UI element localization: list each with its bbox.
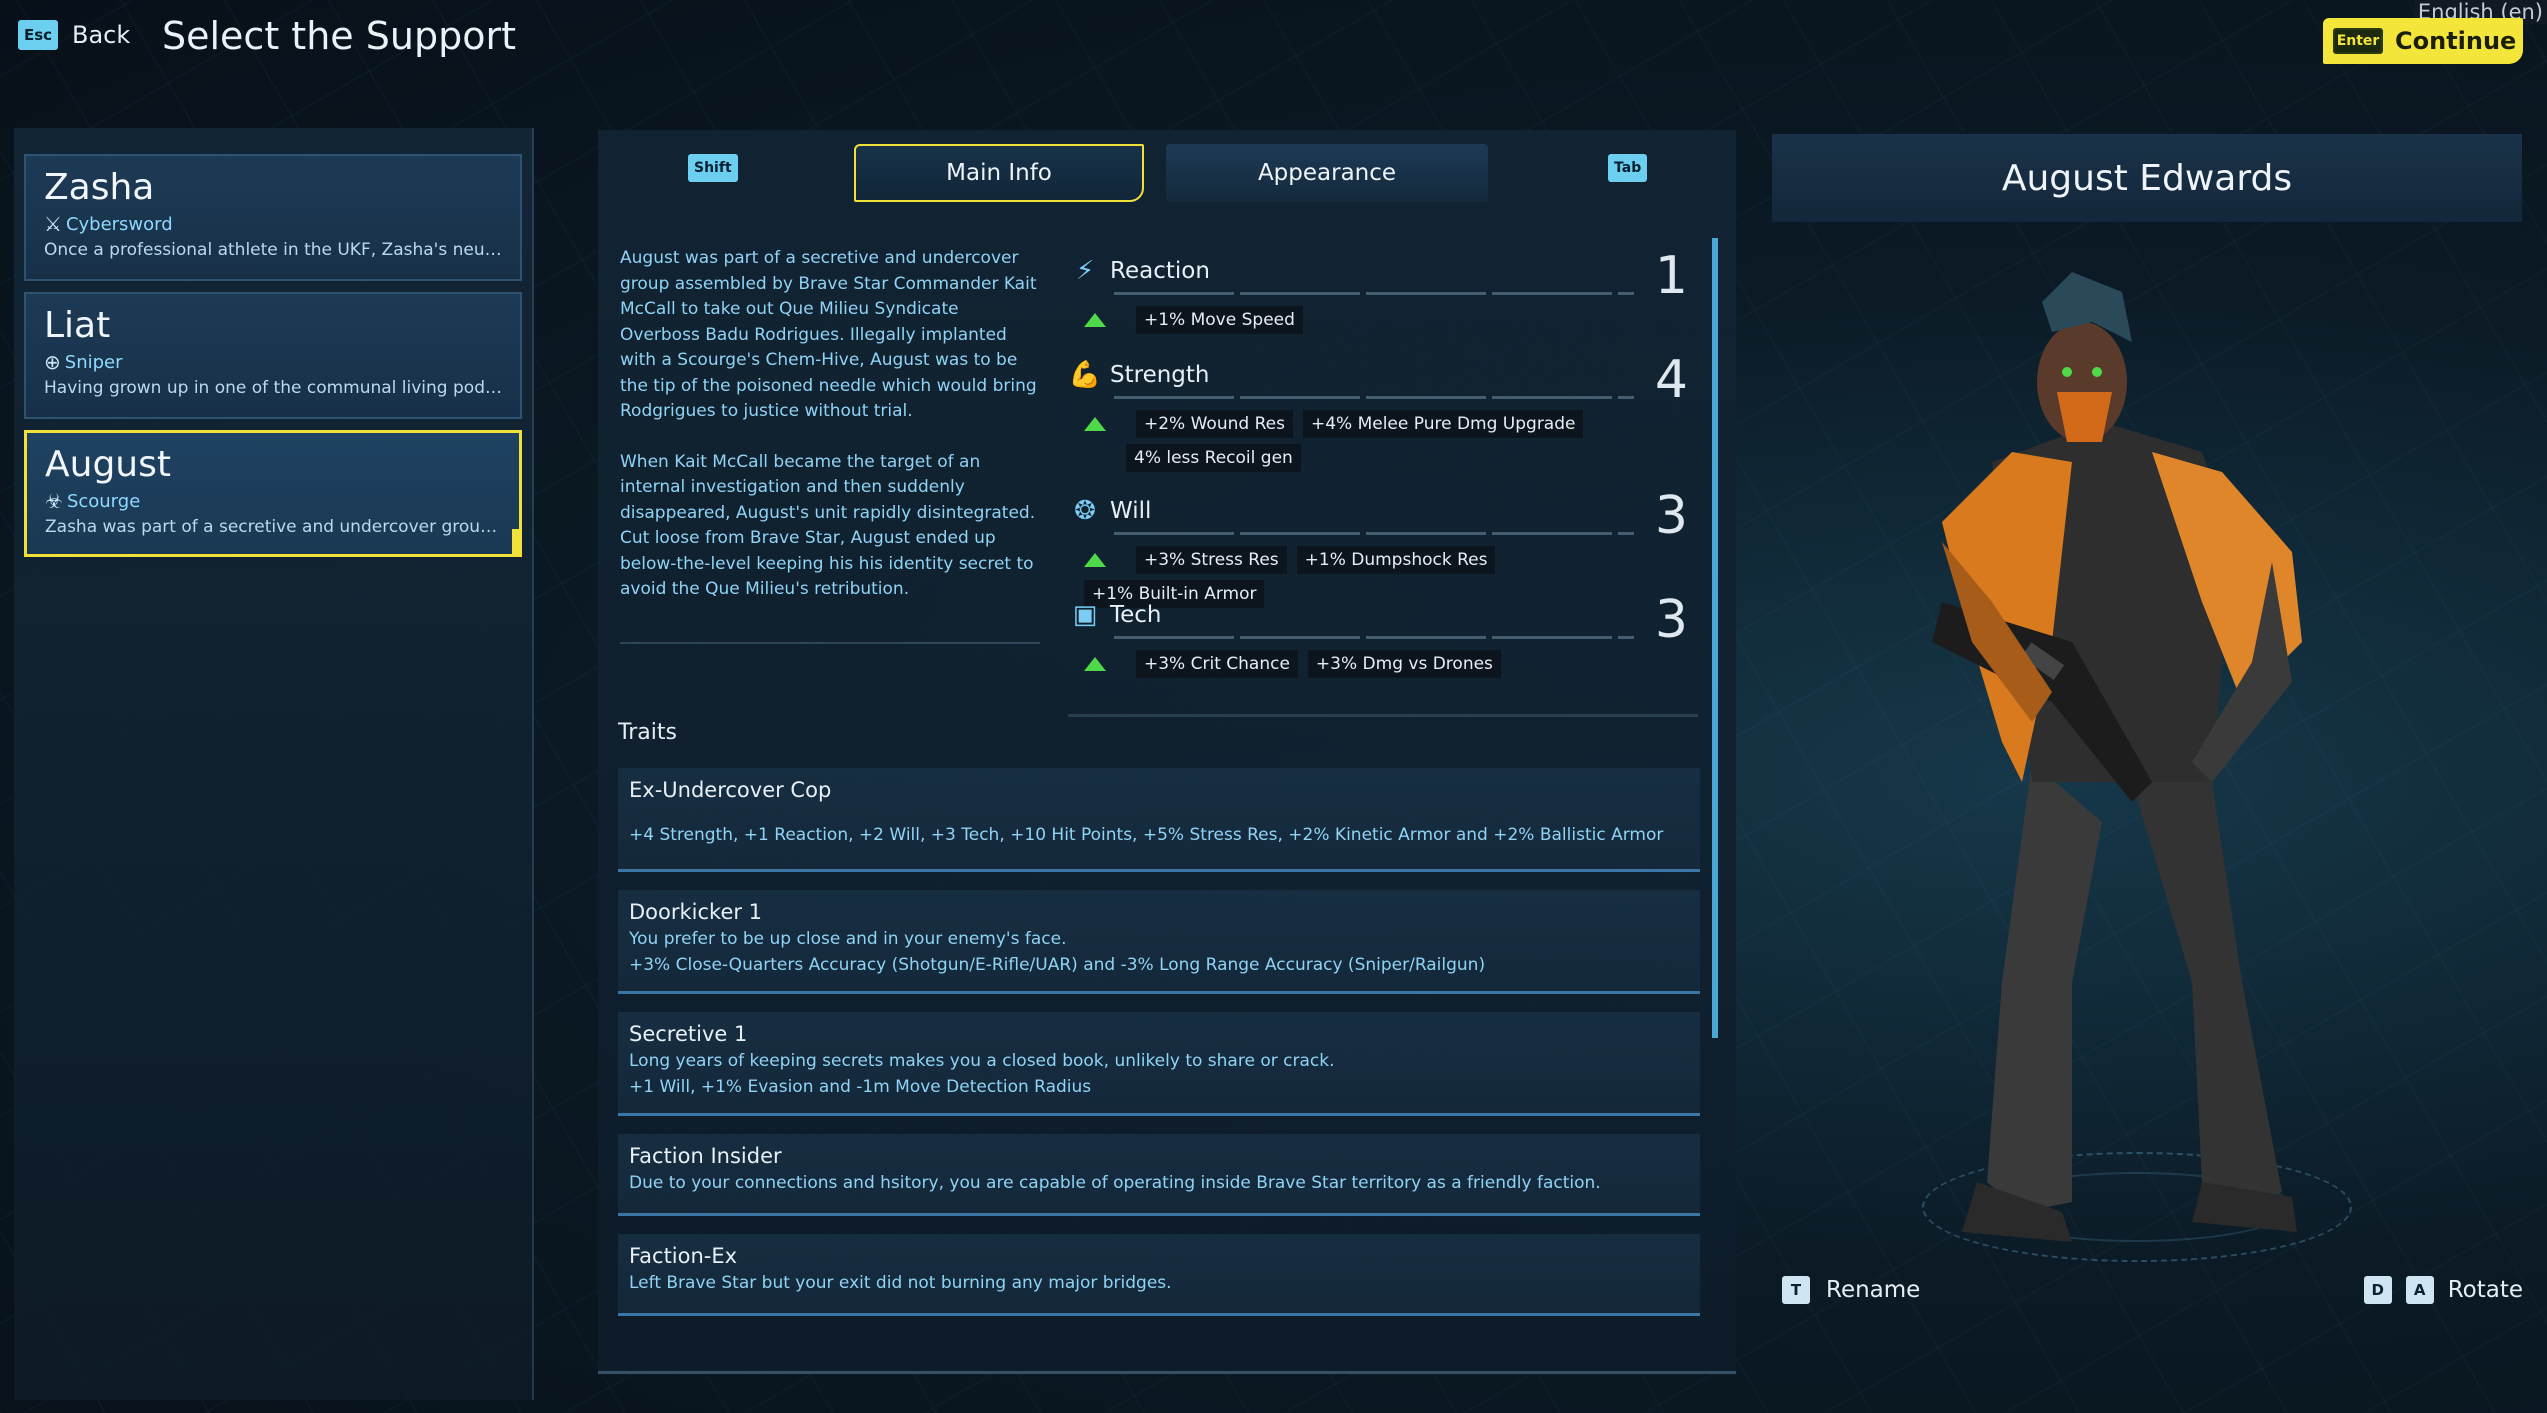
stat-bonus: +1% Move Speed (1136, 306, 1303, 334)
stat-divider (1114, 532, 1634, 535)
character-preview[interactable] (1772, 222, 2522, 1302)
back-label: Back (72, 21, 131, 49)
stat-bonus: 4% less Recoil gen (1126, 444, 1301, 472)
character-class: Cybersword (65, 213, 173, 235)
esc-key-hint: Esc (18, 20, 58, 50)
flexed-arm-icon: 💪 (1068, 360, 1102, 390)
increase-arrow-icon (1084, 417, 1106, 431)
increase-arrow-icon (1084, 657, 1106, 671)
stat-bonus: +4% Melee Pure Dmg Upgrade (1302, 410, 1584, 438)
trait-name: Ex-Undercover Cop (629, 778, 832, 802)
stat-bonus: +3% Dmg vs Drones (1307, 650, 1501, 678)
stat-name: Reaction (1110, 258, 1210, 284)
trait-name: Doorkicker 1 (629, 900, 763, 924)
shift-key-hint[interactable]: Shift (688, 154, 738, 182)
biohazard-icon: ☣ (45, 489, 63, 513)
enter-key-hint: Enter (2333, 28, 2383, 54)
character-desc: Having grown up in one of the communal l… (44, 378, 502, 398)
stat-name: Strength (1110, 362, 1210, 388)
character-list: Zasha ⚔ Cybersword Once a professional a… (14, 128, 534, 1400)
tab-main-info[interactable]: Main Info (854, 144, 1144, 202)
character-class: Sniper (64, 351, 123, 373)
increase-arrow-icon (1084, 313, 1106, 327)
character-card-liat[interactable]: Liat ⊕ Sniper Having grown up in one of … (24, 292, 522, 419)
character-card-zasha[interactable]: Zasha ⚔ Cybersword Once a professional a… (24, 154, 522, 281)
traits-heading: Traits (618, 720, 677, 745)
rename-label: Rename (1826, 1277, 1921, 1303)
trait-desc: Due to your connections and hsitory, you… (629, 1173, 1601, 1193)
tab-key-hint[interactable]: Tab (1608, 154, 1648, 182)
back-button[interactable]: Esc Back (18, 20, 130, 50)
sword-icon: ⚔ (44, 212, 62, 236)
increase-arrow-icon (1084, 553, 1106, 567)
character-info-panel: Shift Main Info Appearance Tab August wa… (598, 130, 1736, 1374)
character-bio: August was part of a secretive and under… (620, 246, 1040, 644)
brain-icon: ❂ (1074, 496, 1096, 526)
a-key-hint: A (2405, 1276, 2434, 1304)
stat-value: 4 (1654, 350, 1688, 410)
stat-name: Tech (1110, 602, 1162, 628)
lightning-icon: ⚡ (1075, 256, 1095, 286)
bio-paragraph: August was part of a secretive and under… (620, 248, 1037, 421)
stat-bonus: +3% Stress Res (1136, 546, 1287, 574)
stats-block: ⚡ Reaction 1 +1% Move Speed 💪 Strength 4… (1068, 246, 1698, 846)
character-name: Liat (44, 305, 111, 346)
tab-appearance[interactable]: Appearance (1166, 144, 1488, 202)
stat-strength: 💪 Strength 4 +2% Wound Res +4% Melee Pur… (1068, 350, 1698, 472)
trait-desc: Long years of keeping secrets makes you … (629, 1051, 1335, 1071)
character-full-name: August Edwards (1772, 134, 2522, 222)
trait-doorkicker: Doorkicker 1 You prefer to be up close a… (618, 890, 1700, 994)
continue-label: Continue (2395, 27, 2517, 55)
character-model (1932, 272, 2302, 1242)
continue-button[interactable]: Enter Continue (2323, 18, 2523, 64)
rotate-control[interactable]: D A Rotate (2363, 1276, 2523, 1304)
character-desc: Zasha was part of a secretive and underc… (45, 517, 501, 537)
stat-bonus: +2% Wound Res (1136, 410, 1293, 438)
trait-faction-ex: Faction-Ex Left Brave Star but your exit… (618, 1234, 1700, 1316)
stat-divider (1114, 636, 1634, 639)
t-key-hint: T (1782, 1276, 1810, 1304)
info-scrollbar[interactable] (1712, 238, 1718, 1038)
trait-secretive: Secretive 1 Long years of keeping secret… (618, 1012, 1700, 1116)
stat-reaction: ⚡ Reaction 1 +1% Move Speed (1068, 246, 1698, 334)
trait-faction-insider: Faction Insider Due to your connections … (618, 1134, 1700, 1216)
character-name: August (45, 444, 171, 485)
trait-name: Secretive 1 (629, 1022, 748, 1046)
trait-bonus: +3% Close-Quarters Accuracy (Shotgun/E-R… (629, 955, 1486, 975)
crosshair-icon: ⊕ (44, 350, 61, 374)
stat-value: 3 (1654, 590, 1688, 650)
chip-icon: ▣ (1072, 600, 1098, 630)
d-key-hint: D (2363, 1276, 2392, 1304)
stat-bonus: +1% Dumpshock Res (1296, 546, 1496, 574)
rename-button[interactable]: T Rename (1782, 1276, 1920, 1304)
trait-bonus: +4 Strength, +1 Reaction, +2 Will, +3 Te… (629, 825, 1664, 845)
character-desc: Once a professional athlete in the UKF, … (44, 240, 502, 260)
trait-name: Faction-Ex (629, 1244, 738, 1268)
character-card-august[interactable]: August ☣ Scourge Zasha was part of a sec… (24, 430, 522, 557)
stat-value: 1 (1654, 246, 1688, 306)
trait-desc: You prefer to be up close and in your en… (629, 929, 1067, 949)
character-name: Zasha (44, 167, 155, 208)
stat-divider (1114, 292, 1634, 295)
trait-bonus: +1 Will, +1% Evasion and -1m Move Detect… (629, 1077, 1092, 1097)
page-title: Select the Support (162, 14, 516, 58)
character-class: Scourge (66, 490, 141, 512)
stat-tech: ▣ Tech 3 +3% Crit Chance +3% Dmg vs Dron… (1068, 590, 1698, 678)
trait-name: Faction Insider (629, 1144, 782, 1168)
stat-divider (1114, 396, 1634, 399)
stat-value: 3 (1654, 486, 1688, 546)
trait-ex-undercover-cop: Ex-Undercover Cop +4 Strength, +1 Reacti… (618, 768, 1700, 872)
stat-name: Will (1110, 498, 1152, 524)
bio-paragraph: When Kait McCall became the target of an… (620, 451, 1036, 600)
trait-desc: Left Brave Star but your exit did not bu… (629, 1273, 1172, 1293)
stats-divider (1068, 714, 1698, 717)
rotate-label: Rotate (2447, 1277, 2523, 1303)
stat-bonus: +3% Crit Chance (1136, 650, 1298, 678)
